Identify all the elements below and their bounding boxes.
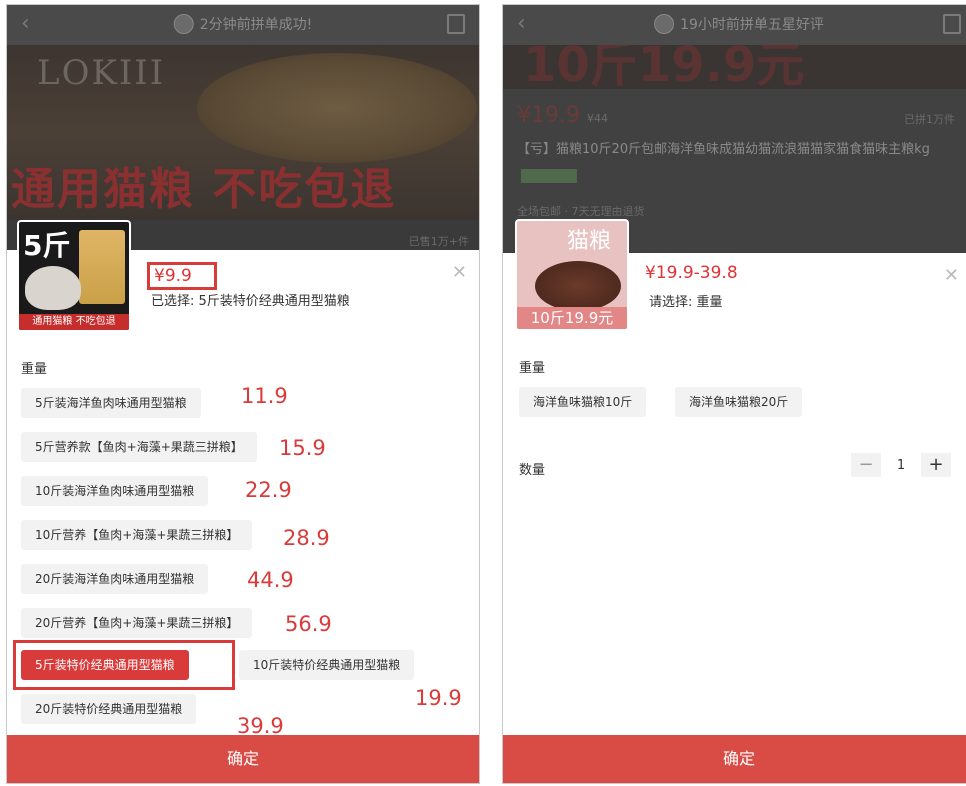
quantity-stepper: − 1 + xyxy=(851,453,951,477)
sold-count: 已售1万+件 xyxy=(408,235,469,248)
option-chip[interactable]: 20斤营养【鱼肉+海藻+果蔬三拼粮】 xyxy=(21,608,253,638)
option-chip[interactable]: 10斤装海洋鱼肉味通用型猫粮 xyxy=(21,476,209,506)
review-notice: 19小时前拼单五星好评 xyxy=(654,14,824,34)
option-chip[interactable]: 20斤装海洋鱼肉味通用型猫粮 xyxy=(21,564,209,594)
sold-count: 已拼1万件 xyxy=(904,113,955,126)
option-chip-selected[interactable]: 5斤装特价经典通用型猫粮 xyxy=(21,650,189,680)
price-annotation: 22.9 xyxy=(245,478,292,502)
kibble-image xyxy=(197,53,477,163)
decrement-button[interactable]: − xyxy=(851,453,881,477)
confirm-button[interactable]: 确定 xyxy=(7,735,479,783)
sku-price: ¥9.9 xyxy=(147,262,217,290)
option-chip[interactable]: 20斤装特价经典通用型猫粮 xyxy=(21,694,197,724)
top-nav-bar: ‹ 2分钟前拼单成功! xyxy=(7,5,479,45)
close-icon[interactable]: ✕ xyxy=(452,262,467,283)
avatar xyxy=(654,14,675,34)
brand-logo: LOKIII xyxy=(37,53,166,93)
promo-strip: 10斤19.9元 xyxy=(503,45,966,89)
back-icon[interactable]: ‹ xyxy=(21,11,30,36)
service-meta: 全场包邮 · 7天无理由退货 xyxy=(517,205,645,218)
option-chip[interactable]: 10斤装特价经典通用型猫粮 xyxy=(239,650,415,680)
confirm-button[interactable]: 确定 xyxy=(503,735,966,783)
weight-label: 重量 xyxy=(21,362,48,377)
increment-button[interactable]: + xyxy=(921,453,951,477)
sku-price: ¥19.9-39.8 xyxy=(645,263,738,283)
price-annotation: 15.9 xyxy=(279,436,326,460)
selected-sku-text: 已选择: 5斤装特价经典通用型猫粮 xyxy=(151,294,350,309)
quantity-label: 数量 xyxy=(519,463,546,478)
price-annotation: 19.9 xyxy=(415,686,462,710)
weight-label: 重量 xyxy=(519,361,546,376)
price-annotation: 28.9 xyxy=(283,526,330,550)
product-price-old: ¥44 xyxy=(586,112,608,125)
phone-screen-right: ‹ 19小时前拼单五星好评 10斤19.9元 ¥19.9 ¥44 已拼1万件 【… xyxy=(502,4,966,784)
option-chip[interactable]: 5斤装海洋鱼肉味通用型猫粮 xyxy=(21,388,201,418)
product-thumbnail[interactable]: 猫粮 10斤19.9元 xyxy=(515,219,629,331)
notice-text: 2分钟前拼单成功! xyxy=(199,17,313,33)
option-chip[interactable]: 10斤营养【鱼肉+海藻+果蔬三拼粮】 xyxy=(21,520,253,550)
sku-selector-sheet: 猫粮 10斤19.9元 ¥19.9-39.8 请选择: 重量 ✕ 重量 海洋鱼味… xyxy=(503,219,966,741)
product-thumbnail[interactable]: 5斤 通用猫粮 不吃包退 xyxy=(17,220,131,332)
promo-tag xyxy=(521,168,577,183)
avatar xyxy=(173,14,194,34)
cat-image xyxy=(25,266,81,310)
option-chip[interactable]: 5斤营养款【鱼肉+海藻+果蔬三拼粮】 xyxy=(21,432,257,462)
sku-selector-sheet: 5斤 通用猫粮 不吃包退 ¥9.9 已选择: 5斤装特价经典通用型猫粮 ✕ 重量… xyxy=(7,220,479,740)
share-icon[interactable] xyxy=(943,14,961,34)
back-icon[interactable]: ‹ xyxy=(517,11,526,36)
select-prompt-text: 请选择: 重量 xyxy=(649,295,723,310)
product-price: ¥19.9 ¥44 xyxy=(517,103,608,128)
share-icon[interactable] xyxy=(447,14,465,34)
product-banner: LOKIII 通用猫粮 不吃包退 xyxy=(7,45,479,220)
food-bag-image xyxy=(79,230,125,304)
product-price-value: ¥19.9 xyxy=(517,103,580,128)
thumb-size-text: 5斤 xyxy=(23,229,71,262)
notice-text: 19小时前拼单五星好评 xyxy=(680,17,824,33)
option-chip[interactable]: 海洋鱼味猫粮20斤 xyxy=(675,387,803,417)
close-icon[interactable]: ✕ xyxy=(944,265,959,286)
price-annotation: 11.9 xyxy=(241,384,288,408)
quantity-value: 1 xyxy=(896,457,906,473)
food-bowl-image xyxy=(535,261,621,311)
product-title-text: 【亏】猫粮10斤20斤包邮海洋鱼味成猫幼猫流浪猫猫家猫食猫味主粮kg xyxy=(517,142,930,157)
thumb-ribbon: 10斤19.9元 xyxy=(517,307,627,329)
option-chip[interactable]: 海洋鱼味猫粮10斤 xyxy=(519,387,647,417)
top-nav-bar: ‹ 19小时前拼单五星好评 xyxy=(503,5,966,45)
price-annotation: 56.9 xyxy=(285,612,332,636)
product-title: 【亏】猫粮10斤20斤包邮海洋鱼味成猫幼猫流浪猫猫家猫食猫味主粮kg xyxy=(517,137,937,189)
banner-slogan: 通用猫粮 不吃包退 xyxy=(11,164,397,215)
group-buy-notice: 2分钟前拼单成功! xyxy=(173,14,313,34)
thumb-logo: 猫粮 xyxy=(567,229,612,254)
phone-screen-left: ‹ 2分钟前拼单成功! LOKIII 通用猫粮 不吃包退 已售1万+件 5斤 通… xyxy=(6,4,480,784)
price-annotation: 44.9 xyxy=(247,568,294,592)
thumb-ribbon: 通用猫粮 不吃包退 xyxy=(19,314,129,330)
